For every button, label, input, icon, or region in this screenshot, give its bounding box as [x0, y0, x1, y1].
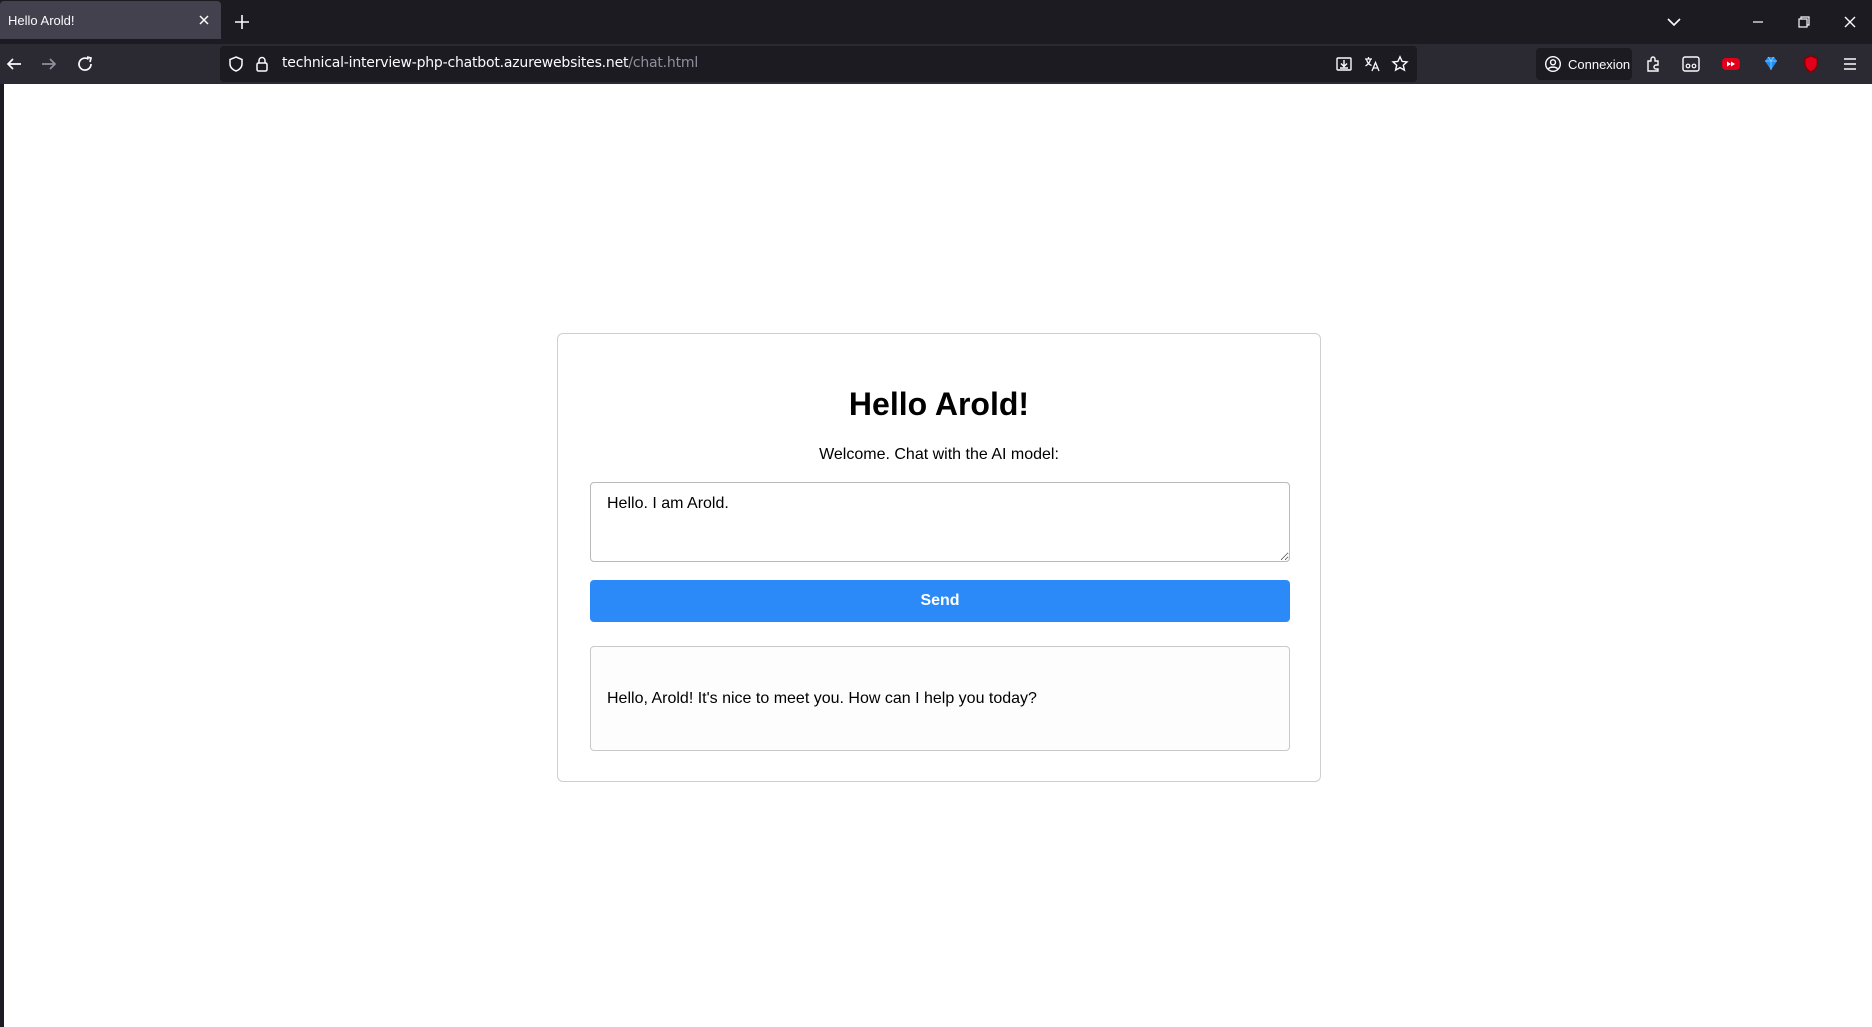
- plus-icon[interactable]: [232, 12, 252, 32]
- install-icon[interactable]: [1334, 54, 1354, 74]
- response-text: Hello, Arold! It's nice to meet you. How…: [607, 689, 1037, 707]
- translate-icon[interactable]: [1362, 54, 1382, 74]
- tab-strip: Hello Arold!: [0, 0, 1872, 44]
- address-bar[interactable]: technical-interview-php-chatbot.azureweb…: [220, 46, 1417, 82]
- page-title: Hello Arold!: [848, 386, 1030, 422]
- account-icon: [1544, 55, 1562, 73]
- ublock-origin-icon[interactable]: [1799, 52, 1823, 76]
- browser-tab[interactable]: Hello Arold!: [0, 1, 221, 39]
- close-window-icon[interactable]: [1838, 10, 1862, 34]
- tab-title: Hello Arold!: [8, 12, 75, 28]
- lock-icon[interactable]: [252, 54, 272, 74]
- sign-in-button[interactable]: Connexion: [1536, 48, 1632, 80]
- url-path: /chat.html: [628, 55, 699, 71]
- navigation-toolbar: technical-interview-php-chatbot.azureweb…: [0, 44, 1872, 84]
- reload-icon[interactable]: [73, 52, 97, 76]
- star-icon[interactable]: [1390, 54, 1410, 74]
- restore-icon[interactable]: [1792, 10, 1816, 34]
- hamburger-menu-icon[interactable]: [1838, 52, 1862, 76]
- shield-icon[interactable]: [226, 54, 246, 74]
- minimize-icon[interactable]: [1746, 10, 1770, 34]
- gem-extension-icon[interactable]: [1759, 52, 1783, 76]
- page-viewport: Hello Arold! Welcome. Chat with the AI m…: [4, 84, 1872, 1027]
- red-extension-icon[interactable]: [1719, 52, 1743, 76]
- send-button[interactable]: Send: [590, 580, 1290, 622]
- chat-card: Hello Arold! Welcome. Chat with the AI m…: [557, 333, 1321, 782]
- chevron-down-icon[interactable]: [1662, 10, 1686, 34]
- sign-in-label: Connexion: [1568, 56, 1631, 72]
- welcome-text: Welcome. Chat with the AI model:: [819, 446, 1059, 463]
- reader-view-icon[interactable]: [1679, 52, 1703, 76]
- message-input[interactable]: Hello. I am Arold.: [590, 482, 1290, 562]
- forward-arrow-icon[interactable]: [37, 52, 61, 76]
- puzzle-icon[interactable]: [1642, 52, 1666, 76]
- url-host: technical-interview-php-chatbot.azureweb…: [282, 55, 629, 71]
- back-arrow-icon[interactable]: [2, 52, 26, 76]
- url-text[interactable]: technical-interview-php-chatbot.azureweb…: [282, 55, 698, 71]
- response-box: Hello, Arold! It's nice to meet you. How…: [590, 646, 1290, 751]
- close-icon[interactable]: [195, 11, 213, 29]
